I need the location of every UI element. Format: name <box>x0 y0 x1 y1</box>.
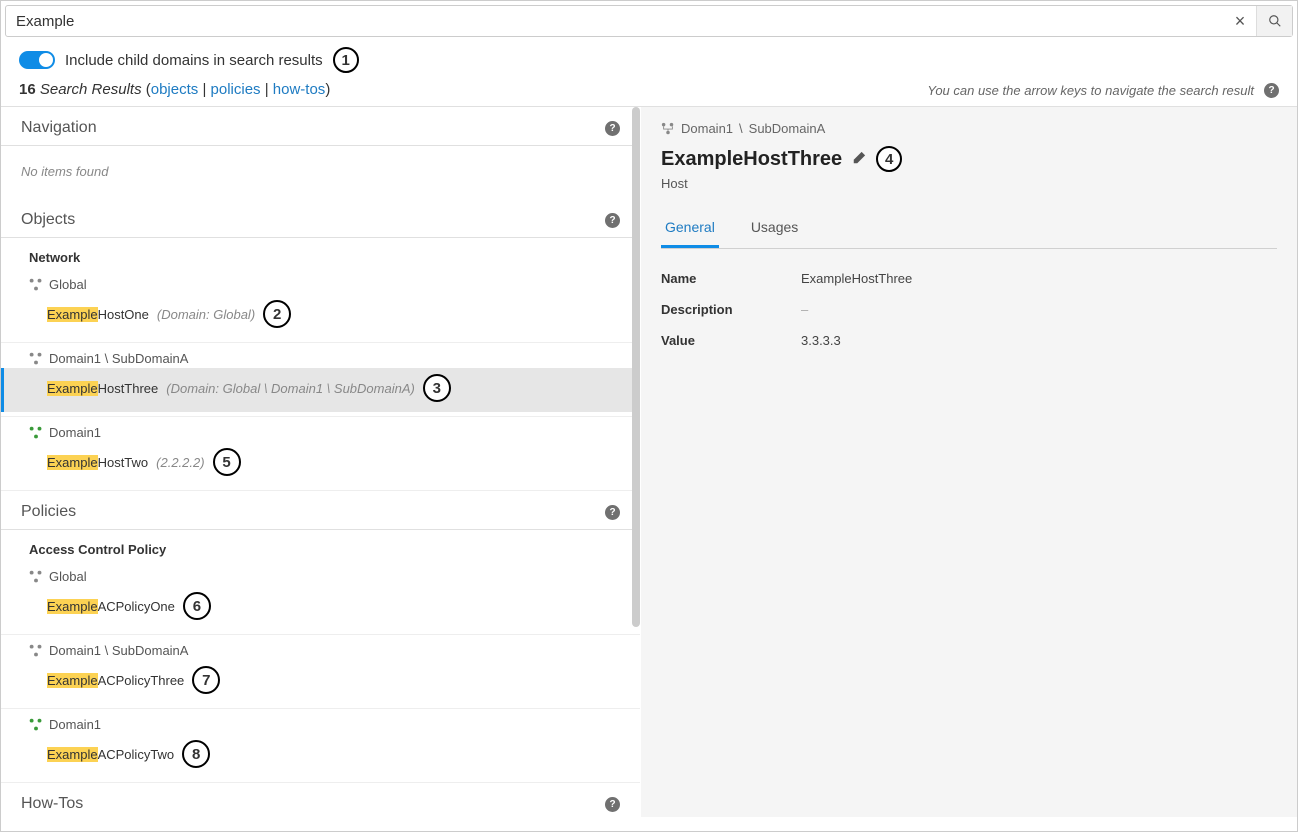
search-result[interactable]: ExampleACPolicyTwo 8 <box>1 734 640 778</box>
no-items: No items found <box>1 146 640 199</box>
domain-path: Domain1 <box>1 709 640 734</box>
search-result[interactable]: ExampleHostOne (Domain: Global) 2 <box>1 294 640 338</box>
callout-3: 3 <box>423 374 451 402</box>
hierarchy-icon <box>29 426 43 440</box>
search-bar: × <box>5 5 1293 37</box>
scrollbar[interactable] <box>632 107 640 627</box>
section-policies: Policies ? <box>1 491 640 530</box>
callout-4: 4 <box>876 146 902 172</box>
domain-path: Global <box>1 561 640 586</box>
hierarchy-icon <box>29 570 43 584</box>
include-child-toggle[interactable] <box>19 51 55 69</box>
callout-7: 7 <box>192 666 220 694</box>
search-result[interactable]: ExampleHostTwo (2.2.2.2) 5 <box>1 442 640 486</box>
field-name-label: Name <box>661 271 801 286</box>
tab-usages[interactable]: Usages <box>747 209 802 248</box>
help-icon[interactable]: ? <box>605 797 620 812</box>
search-result[interactable]: ExampleACPolicyOne 6 <box>1 586 640 630</box>
hierarchy-icon <box>29 352 43 366</box>
filter-policies-link[interactable]: policies <box>211 81 261 98</box>
search-button[interactable] <box>1256 6 1292 36</box>
results-panel: Navigation ? No items found Objects ? Ne… <box>1 107 641 817</box>
help-icon[interactable]: ? <box>605 213 620 228</box>
callout-1: 1 <box>333 47 359 73</box>
detail-tabs: General Usages <box>661 209 1277 249</box>
field-desc-label: Description <box>661 302 801 317</box>
domain-path: Domain1 \ SubDomainA <box>1 635 640 660</box>
domain-path: Domain1 \ SubDomainA <box>1 343 640 368</box>
domain-path: Global <box>1 269 640 294</box>
hierarchy-icon <box>29 718 43 732</box>
callout-6: 6 <box>183 592 211 620</box>
breadcrumb: Domain1 \ SubDomainA <box>661 121 1277 136</box>
search-result[interactable]: ExampleHostThree (Domain: Global \ Domai… <box>1 368 640 412</box>
help-icon[interactable]: ? <box>1264 83 1279 98</box>
help-icon[interactable]: ? <box>605 505 620 520</box>
nav-hint: You can use the arrow keys to navigate t… <box>927 83 1254 98</box>
filter-objects-link[interactable]: objects <box>151 81 199 98</box>
hierarchy-icon <box>29 644 43 658</box>
field-value-label: Value <box>661 333 801 348</box>
section-navigation: Navigation ? <box>1 107 640 146</box>
field-desc-value: – <box>801 302 808 317</box>
search-input[interactable] <box>6 13 1224 30</box>
callout-2: 2 <box>263 300 291 328</box>
tab-general[interactable]: General <box>661 209 719 248</box>
search-header: Include child domains in search results … <box>1 41 1297 107</box>
filter-howtos-link[interactable]: how-tos <box>273 81 326 98</box>
callout-8: 8 <box>182 740 210 768</box>
section-objects: Objects ? <box>1 199 640 238</box>
clear-search-icon[interactable]: × <box>1224 11 1256 32</box>
detail-title: ExampleHostThree <box>661 148 842 171</box>
detail-panel: Domain1 \ SubDomainA ExampleHostThree 4 … <box>641 107 1297 817</box>
include-child-label: Include child domains in search results <box>65 52 323 69</box>
search-result[interactable]: ExampleACPolicyThree 7 <box>1 660 640 704</box>
detail-type: Host <box>661 176 1277 191</box>
hierarchy-icon <box>29 278 43 292</box>
callout-5: 5 <box>213 448 241 476</box>
field-value-value: 3.3.3.3 <box>801 333 841 348</box>
domain-path: Domain1 <box>1 417 640 442</box>
subsection-network: Network <box>1 238 640 269</box>
hierarchy-icon <box>661 122 675 136</box>
help-icon[interactable]: ? <box>605 121 620 136</box>
field-name-value: ExampleHostThree <box>801 271 912 286</box>
edit-icon[interactable] <box>852 151 866 168</box>
results-summary: 16 Search Results (objects | policies | … <box>19 81 359 98</box>
section-howtos: How-Tos ? <box>1 783 640 817</box>
subsection-acp: Access Control Policy <box>1 530 640 561</box>
